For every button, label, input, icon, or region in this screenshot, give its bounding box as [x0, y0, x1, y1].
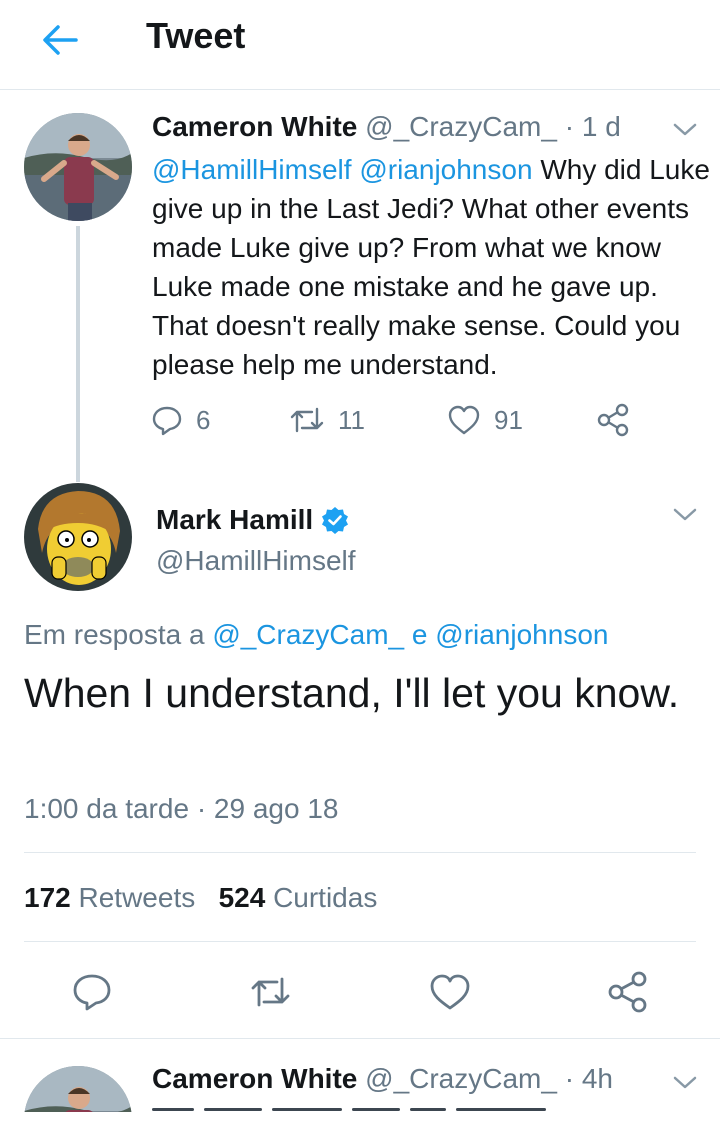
retweet-icon [290, 407, 324, 433]
tweet-separator [0, 1038, 720, 1039]
reply-conjunction: e [411, 619, 428, 650]
like-icon [448, 405, 480, 435]
mention-link[interactable]: @rianjohnson [359, 154, 532, 185]
mention-link[interactable]: @HamillHimself [152, 154, 352, 185]
retweets-stat[interactable]: 172 Retweets [24, 882, 195, 913]
reply-icon [73, 974, 111, 1011]
reply-button[interactable] [70, 970, 114, 1014]
likes-label: Curtidas [273, 882, 378, 913]
next-tweet-header: Cameron White @_CrazyCam_ · 4h [152, 1062, 613, 1096]
tweet-age: 4h [581, 1063, 613, 1094]
reply-prefix: Em resposta a [24, 619, 205, 650]
reply-context: Em resposta a @_CrazyCam_ e @rianjohnson [24, 618, 608, 652]
share-button[interactable] [606, 970, 650, 1014]
reply-mention-link[interactable]: @rianjohnson [435, 619, 608, 650]
main-tweet-text: When I understand, I'll let you know. [24, 670, 680, 716]
author-name[interactable]: Cameron White [152, 111, 357, 142]
main-tweet-actions [0, 970, 720, 1014]
author-handle[interactable]: @HamillHimself [156, 544, 356, 578]
viewport-bottom [0, 1112, 720, 1143]
separator-dot: · [196, 793, 207, 824]
like-icon [430, 974, 470, 1010]
divider [24, 852, 696, 853]
tweet-date: 29 ago 18 [213, 793, 339, 824]
like-button[interactable] [428, 970, 472, 1014]
author-name[interactable]: Cameron White [152, 1063, 357, 1094]
author-handle[interactable]: @_CrazyCam_ [365, 1063, 557, 1094]
tweet-age: 1 d [581, 111, 621, 142]
share-button[interactable] [596, 400, 630, 440]
reply-button[interactable]: 6 [150, 400, 210, 440]
retweet-count: 11 [338, 404, 365, 435]
like-button[interactable]: 91 [446, 400, 523, 440]
parent-tweet-header: Cameron White @_CrazyCam_ · 1 d [152, 110, 621, 144]
author-handle[interactable]: @_CrazyCam_ [365, 111, 557, 142]
tweet-time: 1:00 da tarde [24, 793, 190, 824]
chevron-down-icon[interactable] [670, 1073, 700, 1093]
verified-badge-icon [322, 507, 349, 534]
engagement-stats: 172 Retweets 524 Curtidas [24, 881, 377, 915]
top-bar: Tweet [0, 0, 720, 90]
page-title: Tweet [146, 15, 246, 56]
divider [24, 941, 696, 942]
tweet-body: Why did Luke give up in the Last Jedi? W… [152, 154, 710, 380]
thread-connector [76, 226, 80, 482]
main-author-name-row: Mark Hamill [156, 503, 349, 537]
reply-count: 6 [196, 404, 211, 435]
reply-icon [152, 406, 182, 436]
author-name[interactable]: Mark Hamill [156, 503, 313, 537]
likes-stat[interactable]: 524 Curtidas [219, 882, 378, 913]
avatar-mark-hamill[interactable] [24, 483, 132, 591]
retweet-icon [251, 977, 290, 1007]
like-count: 91 [494, 404, 523, 435]
avatar-cameron-white[interactable] [24, 113, 132, 221]
chevron-down-icon[interactable] [670, 505, 700, 525]
retweet-button[interactable]: 11 [288, 400, 365, 440]
retweets-total: 172 [24, 882, 71, 913]
back-arrow-icon[interactable] [38, 18, 82, 62]
chevron-down-icon[interactable] [670, 120, 700, 140]
likes-total: 524 [218, 882, 266, 913]
retweet-button[interactable] [248, 970, 292, 1014]
share-icon [597, 403, 629, 437]
separator-dot: · [564, 111, 575, 142]
parent-tweet-text: @HamillHimself @rianjohnson Why did Luke… [152, 150, 712, 384]
reply-mention-link[interactable]: @_CrazyCam_ [212, 619, 404, 650]
share-icon [608, 971, 647, 1013]
tweet-timestamp: 1:00 da tarde · 29 ago 18 [24, 792, 339, 826]
separator-dot: · [564, 1063, 575, 1094]
next-tweet-text-clipped [152, 1104, 712, 1112]
retweets-label: Retweets [78, 882, 196, 913]
parent-tweet-actions: 6 11 91 [150, 400, 650, 440]
